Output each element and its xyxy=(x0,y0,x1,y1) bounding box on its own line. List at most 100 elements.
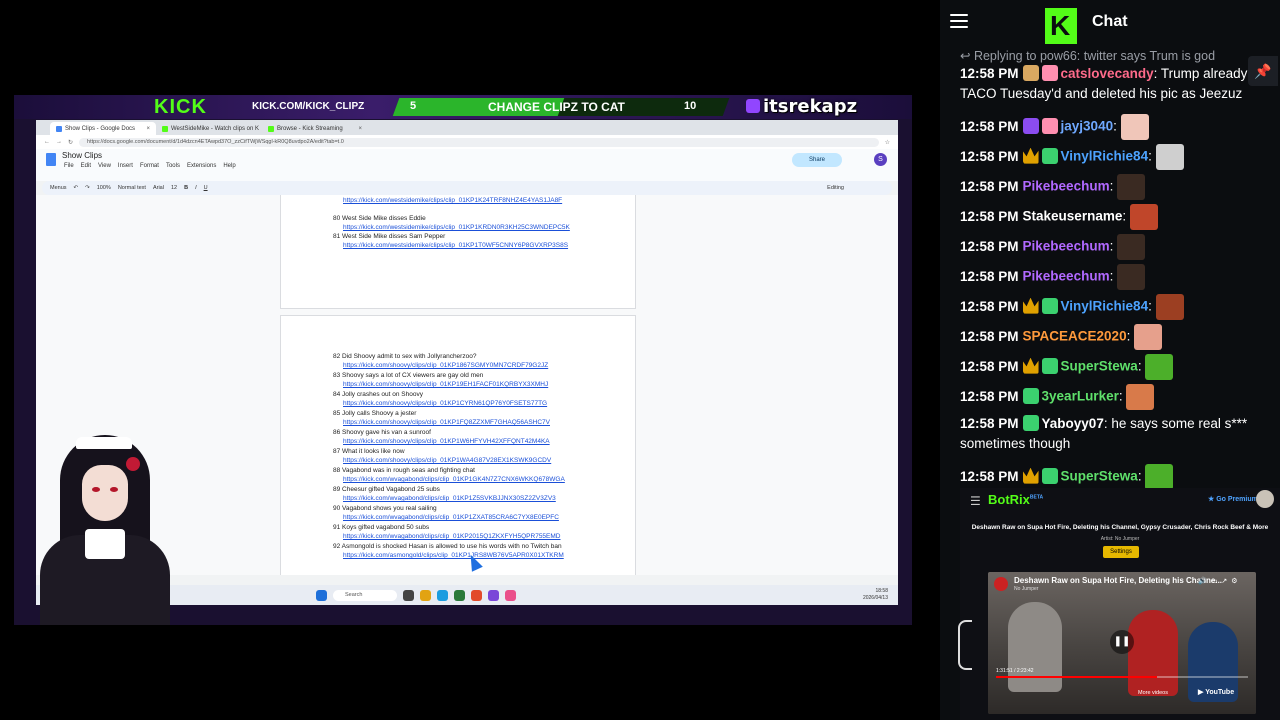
menu-insert[interactable]: Insert xyxy=(118,163,133,169)
captions-icon[interactable]: ▭ xyxy=(1211,578,1222,585)
clip-link[interactable]: https://kick.com/shoovy/clips/clip_01KP1… xyxy=(333,418,550,427)
close-icon[interactable]: × xyxy=(146,126,150,132)
chat-message[interactable]: 12:58 PM catslovecandy: Trump already TAC… xyxy=(960,64,1260,104)
chat-username[interactable]: Pikebeechum xyxy=(1023,269,1110,284)
clip-link[interactable]: https://kick.com/westsidemike/clips/clip… xyxy=(333,223,570,232)
chat-message[interactable]: 12:58 PM VinylRichie84: xyxy=(960,144,1260,170)
go-premium-button[interactable]: ★ Go Premium xyxy=(1208,495,1258,503)
clip-link[interactable]: https://kick.com/shoovy/clips/clip_01KP1… xyxy=(333,361,548,370)
settings-button[interactable]: Settings xyxy=(1103,546,1139,558)
chat-username[interactable]: SuperStewa xyxy=(1061,359,1138,374)
hamburger-menu-icon[interactable] xyxy=(950,14,968,28)
video-channel[interactable]: No Jumper xyxy=(1014,586,1038,592)
underline-icon[interactable]: U xyxy=(204,185,208,191)
chat-username[interactable]: SPACEACE2020 xyxy=(1023,329,1127,344)
app-icon[interactable] xyxy=(505,589,516,601)
youtube-embed[interactable]: Deshawn Raw on Supa Hot Fire, Deleting h… xyxy=(988,572,1256,714)
menus-button[interactable]: Menus xyxy=(50,185,67,191)
chat-message[interactable]: 12:58 PM Pikebeechum: xyxy=(960,264,1260,290)
avatar[interactable] xyxy=(1256,490,1274,508)
chat-username[interactable]: Pikebeechum xyxy=(1023,179,1110,194)
chat-username[interactable]: 3yearLurker xyxy=(1042,389,1119,404)
clip-link[interactable]: https://kick.com/shoovy/clips/clip_01KP1… xyxy=(333,437,550,446)
undo-icon[interactable]: ↶ xyxy=(74,185,79,191)
play-pause-icon[interactable]: ❚❚ xyxy=(1110,630,1134,654)
windows-start-icon[interactable] xyxy=(316,589,327,601)
share-icon[interactable]: ↗ xyxy=(1221,578,1231,585)
star-icon[interactable]: ☆ xyxy=(885,139,890,146)
more-videos-button[interactable]: More videos xyxy=(1138,690,1168,696)
chat-username[interactable]: catslovecandy xyxy=(1061,66,1154,81)
chat-username[interactable]: Stakeusername xyxy=(1023,209,1123,224)
docs-logo-icon[interactable] xyxy=(46,153,56,166)
clip-link[interactable]: https://kick.com/shoovy/clips/clip_01KP1… xyxy=(333,399,547,408)
font-size-input[interactable]: 12 xyxy=(171,185,177,191)
file-explorer-icon[interactable] xyxy=(420,589,431,601)
clip-link[interactable]: https://kick.com/wvagabond/clips/clip_01… xyxy=(333,475,565,484)
task-view-icon[interactable] xyxy=(403,589,414,601)
menu-help[interactable]: Help xyxy=(223,163,235,169)
share-button[interactable]: Share xyxy=(792,153,842,167)
clip-link[interactable]: https://kick.com/westsidemike/clips/clip… xyxy=(333,196,562,205)
doc-page[interactable]: https://kick.com/westsidemike/clips/clip… xyxy=(280,195,636,309)
bold-icon[interactable]: B xyxy=(184,185,188,191)
clip-link[interactable]: https://kick.com/wvagabond/clips/clip_01… xyxy=(333,513,559,522)
clip-link[interactable]: https://kick.com/westsidemike/clips/clip… xyxy=(333,241,568,250)
chat-message[interactable]: 12:58 PM Pikebeechum: xyxy=(960,174,1260,200)
chat-message[interactable]: 12:58 PM Yaboyy07: he says some real s***… xyxy=(960,414,1260,454)
redo-icon[interactable]: ↷ xyxy=(85,185,90,191)
chat-username[interactable]: SuperStewa xyxy=(1061,469,1138,484)
stream-player[interactable]: KICK KICK.COM/KICK_CLIPZ 5 CHANGE CLIPZ … xyxy=(0,0,940,720)
browser-tab[interactable]: Show Clips - Google Docs × xyxy=(50,122,156,135)
clip-link[interactable]: https://kick.com/shoovy/clips/clip_01KP1… xyxy=(333,456,551,465)
edge-icon[interactable] xyxy=(437,589,448,601)
font-select[interactable]: Arial xyxy=(153,185,164,191)
chat-username[interactable]: Pikebeechum xyxy=(1023,239,1110,254)
clip-link[interactable]: https://kick.com/asmongold/clips/clip_01… xyxy=(333,551,564,560)
browser-tab[interactable]: Browse - Kick Streaming × xyxy=(262,122,368,135)
menu-view[interactable]: View xyxy=(98,163,111,169)
taskbar-clock[interactable]: 18:58 2026/04/13 xyxy=(863,588,888,602)
store-icon[interactable] xyxy=(454,589,465,601)
chat-message[interactable]: 12:58 PM Pikebeechum: xyxy=(960,234,1260,260)
chat-message[interactable]: 12:58 PM VinylRichie84: xyxy=(960,294,1260,320)
style-select[interactable]: Normal text xyxy=(118,185,146,191)
menu-format[interactable]: Format xyxy=(140,163,159,169)
taskbar-search[interactable]: Search xyxy=(333,589,397,601)
italic-icon[interactable]: I xyxy=(195,185,197,191)
url-bar[interactable]: https://docs.google.com/document/d/1d4dz… xyxy=(79,137,879,147)
chat-message[interactable]: 12:58 PM 3yearLurker: xyxy=(960,384,1260,410)
doc-page[interactable]: 82 Did Shoovy admit to sex with Jollyran… xyxy=(280,315,636,575)
botrix-menu-icon[interactable]: ☰ xyxy=(970,494,981,508)
gear-icon[interactable]: ⚙ xyxy=(1231,578,1241,585)
forward-icon[interactable]: → xyxy=(56,139,62,145)
reload-icon[interactable]: ↻ xyxy=(68,139,73,146)
brave-icon[interactable] xyxy=(471,589,482,601)
youtube-logo[interactable]: ▶ YouTube xyxy=(1198,688,1234,696)
editing-mode-select[interactable]: Editing xyxy=(827,185,844,191)
menu-edit[interactable]: Edit xyxy=(81,163,91,169)
app-icon[interactable] xyxy=(488,589,499,601)
avatar[interactable]: S xyxy=(874,153,887,166)
close-icon[interactable]: × xyxy=(358,126,362,132)
chat-message[interactable]: 12:58 PM Stakeusername: xyxy=(960,204,1260,230)
chat-username[interactable]: VinylRichie84 xyxy=(1061,299,1149,314)
chat-message[interactable]: 12:58 PM SPACEACE2020: xyxy=(960,324,1260,350)
browser-tab[interactable]: WestSideMike - Watch clips on K× xyxy=(156,122,262,135)
clip-link[interactable]: https://kick.com/wvagabond/clips/clip_01… xyxy=(333,494,556,503)
menu-file[interactable]: File xyxy=(64,163,74,169)
chat-username[interactable]: Yaboyy07 xyxy=(1042,416,1104,431)
video-progress-bar[interactable] xyxy=(996,676,1248,678)
zoom-select[interactable]: 100% xyxy=(97,185,111,191)
reply-context[interactable]: ↩ Replying to pow66: twitter says Trum i… xyxy=(960,48,1215,63)
channel-logo-icon[interactable] xyxy=(994,577,1008,591)
clip-link[interactable]: https://kick.com/wvagabond/clips/clip_01… xyxy=(333,532,561,541)
chat-message[interactable]: 12:58 PM jayj3040: xyxy=(960,114,1260,140)
chat-message[interactable]: 12:58 PM SuperStewa: xyxy=(960,464,1260,490)
chat-message[interactable]: 12:58 PM SuperStewa: xyxy=(960,354,1260,380)
back-icon[interactable]: ← xyxy=(44,139,50,145)
menu-tools[interactable]: Tools xyxy=(166,163,180,169)
volume-icon[interactable]: 🔊 xyxy=(1198,578,1211,585)
clip-link[interactable]: https://kick.com/shoovy/clips/clip_01KP1… xyxy=(333,380,548,389)
chat-username[interactable]: jayj3040 xyxy=(1061,119,1114,134)
